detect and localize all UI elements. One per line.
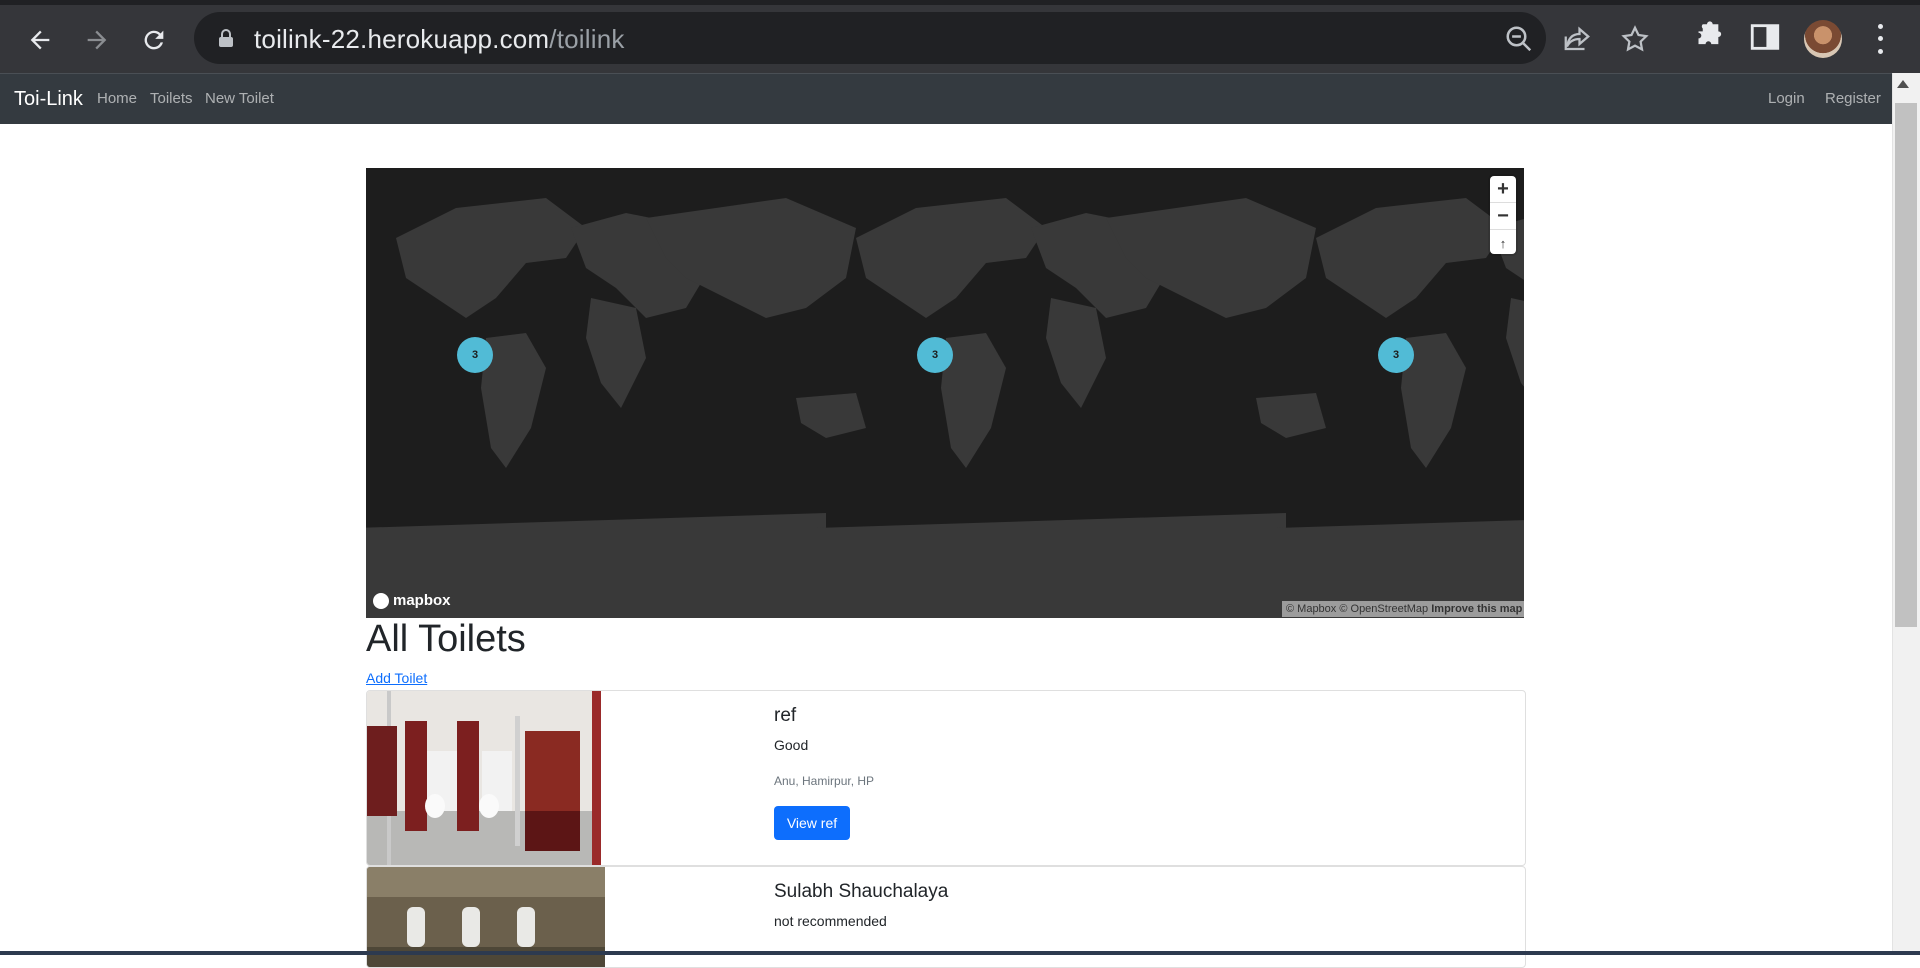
toilet-photo <box>367 691 601 865</box>
add-toilet-link[interactable]: Add Toilet <box>366 670 427 686</box>
toilet-location: Anu, Hamirpur, HP <box>774 774 875 788</box>
tab-strip <box>0 0 1920 5</box>
toilet-description: not recommended <box>774 913 887 929</box>
map-cluster-marker[interactable]: 3 <box>1378 337 1414 373</box>
page-title: All Toilets <box>366 618 526 660</box>
window-bottom-edge <box>0 951 1920 955</box>
zoom-out-button[interactable]: − <box>1490 203 1516 230</box>
zoom-in-button[interactable]: + <box>1490 176 1516 203</box>
cluster-map[interactable] <box>366 168 1524 618</box>
nav-new-toilet[interactable]: New Toilet <box>205 90 274 107</box>
compass-button[interactable]: ↑ <box>1490 230 1516 256</box>
attribution-text[interactable]: © Mapbox © OpenStreetMap <box>1286 603 1428 615</box>
toilet-description: Good <box>774 737 809 753</box>
address-bar[interactable]: toilink-22.herokuapp.com/toilink <box>194 12 1649 64</box>
site-navbar: Toi-Link Home Toilets New Toilet Login R… <box>0 73 1892 124</box>
extensions-icon[interactable] <box>1690 20 1724 54</box>
map-cluster-marker[interactable]: 3 <box>917 337 953 373</box>
toilet-title: ref <box>774 705 797 726</box>
profile-avatar[interactable] <box>1804 20 1842 58</box>
mapbox-logo-text: mapbox <box>393 592 451 609</box>
nav-toilets[interactable]: Toilets <box>150 90 193 107</box>
back-icon[interactable] <box>20 20 60 60</box>
reload-icon[interactable] <box>134 20 174 60</box>
star-icon[interactable] <box>1620 24 1650 54</box>
url-host: toilink-22.herokuapp.com <box>254 24 550 54</box>
toilet-card: ref Good Anu, Hamirpur, HP View ref <box>366 690 1526 866</box>
improve-map-link[interactable]: Improve this map <box>1431 603 1522 615</box>
nav-login[interactable]: Login <box>1768 90 1805 107</box>
menu-icon[interactable] <box>1870 20 1890 58</box>
url-text: toilink-22.herokuapp.com/toilink <box>254 24 625 55</box>
map-cluster-marker[interactable]: 3 <box>457 337 493 373</box>
nav-home[interactable]: Home <box>97 90 137 107</box>
mapbox-logo[interactable]: mapbox <box>373 592 451 609</box>
world-map-land <box>366 198 1524 618</box>
forward-icon[interactable] <box>77 20 117 60</box>
zoom-out-icon[interactable] <box>1504 24 1534 54</box>
share-icon[interactable] <box>1562 24 1592 54</box>
scrollbar-thumb[interactable] <box>1895 103 1917 627</box>
view-toilet-button[interactable]: View ref <box>774 806 850 840</box>
sidepanel-icon[interactable] <box>1748 20 1782 54</box>
mapbox-logo-icon <box>373 592 389 609</box>
brand-link[interactable]: Toi-Link <box>14 88 83 111</box>
nav-register[interactable]: Register <box>1825 90 1881 107</box>
map-zoom-control: + − ↑ <box>1490 176 1516 254</box>
url-path: /toilink <box>549 24 625 54</box>
toilet-title: Sulabh Shauchalaya <box>774 881 949 902</box>
lock-icon[interactable] <box>218 29 234 47</box>
scroll-up-arrow[interactable] <box>1897 80 1909 88</box>
map-attribution: © Mapbox © OpenStreetMap Improve this ma… <box>1282 601 1527 617</box>
